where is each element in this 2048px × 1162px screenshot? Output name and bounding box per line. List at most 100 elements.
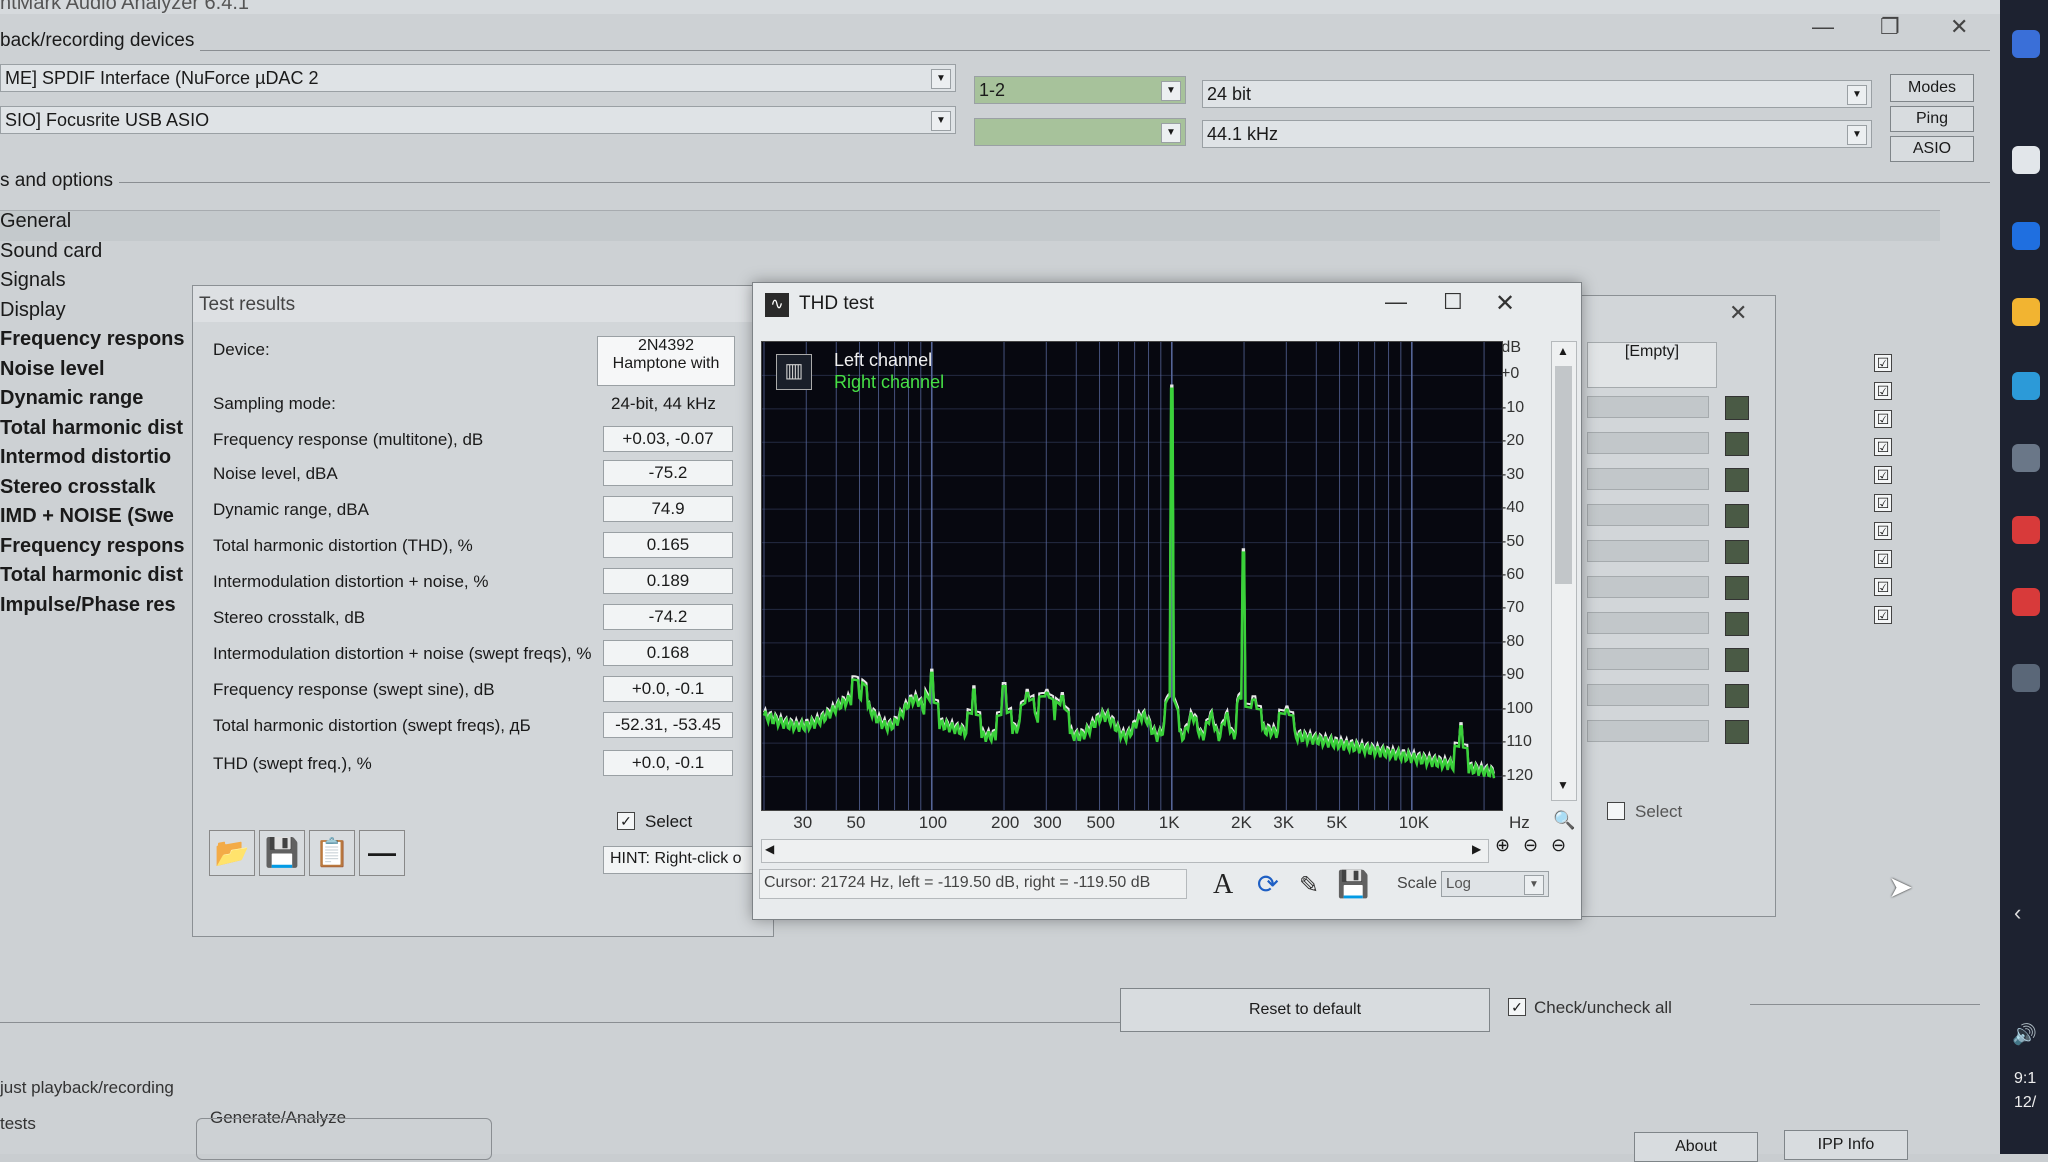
list-item[interactable]: Display	[0, 299, 200, 329]
select-checkbox[interactable]	[1607, 802, 1625, 820]
slot[interactable]	[1587, 504, 1709, 526]
slot[interactable]	[1587, 612, 1709, 634]
slot[interactable]	[1587, 468, 1709, 490]
slot[interactable]	[1587, 576, 1709, 598]
save-icon[interactable]: 💾	[259, 830, 305, 876]
grid-icon[interactable]	[1725, 468, 1749, 492]
channels-select[interactable]: 1-2 ▼	[974, 76, 1186, 104]
option-checkbox[interactable]: ☑	[1874, 382, 1892, 400]
folder-icon[interactable]	[2012, 298, 2040, 326]
ipp-info-button[interactable]: IPP Info	[1784, 1130, 1908, 1160]
reset-to-default-button[interactable]: Reset to default	[1120, 988, 1490, 1032]
option-checkbox[interactable]: ☑	[1874, 466, 1892, 484]
close-icon[interactable]: ✕	[1729, 300, 1747, 326]
app-icon[interactable]	[2012, 30, 2040, 58]
minimize-button[interactable]: —	[1385, 289, 1407, 315]
grid-icon[interactable]	[1725, 504, 1749, 528]
option-checkbox[interactable]: ☑	[1874, 354, 1892, 372]
grid-icon[interactable]	[1725, 540, 1749, 564]
modes-button[interactable]: Modes	[1890, 74, 1974, 102]
vertical-scrollbar[interactable]: ▲ ▼	[1551, 341, 1577, 801]
option-checkbox[interactable]: ☑	[1874, 410, 1892, 428]
list-item[interactable]: Impulse/Phase res	[0, 594, 200, 624]
slot[interactable]	[1587, 684, 1709, 706]
chevron-left-icon[interactable]: ‹	[2014, 900, 2021, 926]
option-checkbox[interactable]: ☑	[1874, 438, 1892, 456]
clock-date[interactable]: 12/	[2014, 1094, 2036, 1112]
clock-time[interactable]: 9:1	[2014, 1070, 2036, 1088]
grid-icon[interactable]	[1725, 648, 1749, 672]
restore-button[interactable]: ❐	[1880, 14, 1900, 40]
empty-slot[interactable]: [Empty]	[1587, 342, 1717, 388]
list-item[interactable]: Frequency respons	[0, 328, 200, 358]
zoom-icon[interactable]: 🔍	[1553, 810, 1575, 831]
grid-icon[interactable]	[1725, 684, 1749, 708]
list-item[interactable]: Total harmonic dist	[0, 564, 200, 594]
scroll-left-icon[interactable]: ◀	[765, 842, 774, 856]
app-icon[interactable]	[2012, 444, 2040, 472]
grid-icon[interactable]	[1725, 396, 1749, 420]
scroll-thumb[interactable]	[1555, 366, 1572, 584]
option-checkbox[interactable]: ☑	[1874, 494, 1892, 512]
sample-rate-select[interactable]: 44.1 kHz ▼	[1202, 120, 1872, 148]
minus-icon[interactable]: —	[359, 830, 405, 876]
zoom-in-icon[interactable]: ⊕	[1495, 835, 1510, 856]
list-item[interactable]: General	[0, 210, 200, 240]
volume-icon[interactable]: 🔊	[2012, 1022, 2037, 1047]
list-item[interactable]: Dynamic range	[0, 387, 200, 417]
scroll-up-icon[interactable]: ▲	[1554, 344, 1572, 360]
copy-icon[interactable]: 📋	[309, 830, 355, 876]
text-annotation-icon[interactable]: A	[1213, 869, 1233, 901]
test-options-list[interactable]: General Sound card Signals Display Frequ…	[0, 210, 200, 623]
zoom-out-icon[interactable]: ⊖	[1523, 835, 1538, 856]
scroll-right-icon[interactable]: ▶	[1472, 842, 1481, 856]
slot[interactable]	[1587, 720, 1709, 742]
list-item[interactable]: Frequency respons	[0, 535, 200, 565]
bit-depth-select[interactable]: 24 bit ▼	[1202, 80, 1872, 108]
spectrum-plot[interactable]: ▥ Left channel Right channel	[761, 341, 1503, 811]
slot[interactable]	[1587, 540, 1709, 562]
settings-icon[interactable]: ✎	[1299, 871, 1319, 900]
asio-button[interactable]: ASIO	[1890, 136, 1974, 162]
maximize-button[interactable]: ☐	[1443, 289, 1463, 315]
app-icon[interactable]	[2012, 516, 2040, 544]
slot[interactable]	[1587, 648, 1709, 670]
slot[interactable]	[1587, 396, 1709, 418]
close-button[interactable]: ✕	[1950, 14, 1968, 40]
open-folder-icon[interactable]: 📂	[209, 830, 255, 876]
app-icon[interactable]	[2012, 372, 2040, 400]
about-button[interactable]: About	[1634, 1132, 1758, 1162]
refresh-icon[interactable]: ⟳	[1257, 869, 1279, 900]
app-icon[interactable]	[2012, 664, 2040, 692]
grid-icon[interactable]	[1725, 612, 1749, 636]
check-all-checkbox[interactable]: ✓	[1508, 998, 1526, 1016]
list-item[interactable]: Sound card	[0, 240, 200, 270]
grid-icon[interactable]	[1725, 432, 1749, 456]
option-checkbox[interactable]: ☑	[1874, 550, 1892, 568]
option-checkbox[interactable]: ☑	[1874, 522, 1892, 540]
horizontal-scrollbar[interactable]: ◀ ▶	[761, 839, 1489, 863]
close-button[interactable]: ✕	[1495, 289, 1515, 318]
option-checkbox[interactable]: ☑	[1874, 578, 1892, 596]
ping-button[interactable]: Ping	[1890, 106, 1974, 132]
scroll-down-icon[interactable]: ▼	[1554, 778, 1572, 794]
select-checkbox[interactable]: ✓	[617, 812, 635, 830]
save-icon[interactable]: 💾	[1337, 869, 1369, 900]
list-item[interactable]: Noise level	[0, 358, 200, 388]
scale-select[interactable]: Log ▼	[1441, 871, 1549, 897]
zoom-reset-icon[interactable]: ⊖	[1551, 835, 1566, 856]
list-item[interactable]: Intermod distortio	[0, 446, 200, 476]
slot[interactable]	[1587, 432, 1709, 454]
option-checkbox[interactable]: ☑	[1874, 606, 1892, 624]
grid-icon[interactable]	[1725, 576, 1749, 600]
minimize-button[interactable]: —	[1812, 14, 1834, 40]
list-item[interactable]: Stereo crosstalk	[0, 476, 200, 506]
recording-device-select[interactable]: SIO] Focusrite USB ASIO ▼	[0, 106, 956, 134]
browser-icon[interactable]	[2012, 222, 2040, 250]
list-item[interactable]: Total harmonic dist	[0, 417, 200, 447]
grid-icon[interactable]	[1725, 720, 1749, 744]
playback-device-select[interactable]: ME] SPDIF Interface (NuForce µDAC 2 ▼	[0, 64, 956, 92]
list-item[interactable]: Signals	[0, 269, 200, 299]
spectrum-icon[interactable]: ▥	[776, 354, 812, 390]
app-icon[interactable]	[2012, 146, 2040, 174]
